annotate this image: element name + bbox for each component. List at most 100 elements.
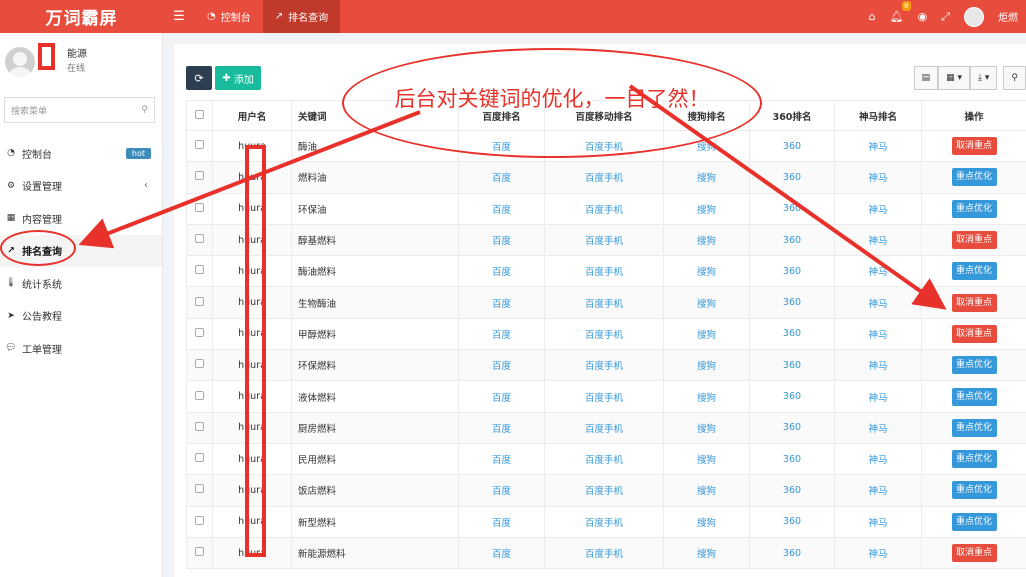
baidu-mobile-link[interactable]: 百度手机 [585,361,623,372]
row-checkbox[interactable] [186,349,213,382]
shenma-link[interactable]: 神马 [868,361,887,372]
baidu-link[interactable]: 百度 [492,173,511,184]
priority-optimize-button[interactable]: 重点优化 [951,418,997,437]
360-link[interactable]: 360 [783,548,801,559]
baidu-link[interactable]: 百度 [492,455,511,466]
baidu-mobile-link[interactable]: 百度手机 [585,205,623,216]
tab-dashboard[interactable]: ◔ 控制台 [195,0,263,33]
shenma-link[interactable]: 神马 [868,205,887,216]
baidu-mobile-link[interactable]: 百度手机 [585,455,623,466]
row-checkbox[interactable] [186,380,213,413]
sidebar-item-tickets[interactable]: 💬︎ 工单管理 [0,332,162,365]
shenma-link[interactable]: 神马 [868,486,887,497]
row-checkbox[interactable] [186,223,213,257]
shenma-link[interactable]: 神马 [868,455,887,466]
sogou-link[interactable]: 搜狗 [697,518,716,529]
baidu-mobile-link[interactable]: 百度手机 [585,518,623,529]
baidu-mobile-link[interactable]: 百度手机 [585,424,623,435]
shenma-link[interactable]: 神马 [868,330,887,341]
github-icon[interactable]: ◉ [918,10,928,23]
select-all-checkbox[interactable] [186,100,213,131]
shenma-link[interactable]: 神马 [868,518,887,529]
sogou-link[interactable]: 搜狗 [697,267,716,278]
360-link[interactable]: 360 [783,391,801,402]
row-checkbox[interactable] [186,474,213,507]
baidu-link[interactable]: 百度 [492,393,511,404]
sogou-link[interactable]: 搜狗 [697,393,716,404]
360-link[interactable]: 360 [783,297,801,308]
row-checkbox[interactable] [186,411,213,444]
360-link[interactable]: 360 [783,203,801,214]
baidu-link[interactable]: 百度 [492,549,511,560]
priority-optimize-button[interactable]: 重点优化 [951,450,997,469]
sidebar-item-dashboard[interactable]: ◔ 控制台 hot [0,137,162,170]
col-360[interactable]: 360排名 [749,100,835,131]
tab-ranking-query[interactable]: ↗ 排名查询 [262,0,341,33]
cancel-priority-button[interactable]: 取消重点 [951,544,997,562]
col-username[interactable]: 用户名 [212,100,292,131]
priority-optimize-button[interactable]: 重点优化 [951,168,997,187]
360-link[interactable]: 360 [783,266,801,277]
baidu-mobile-link[interactable]: 百度手机 [585,173,623,184]
baidu-mobile-link[interactable]: 百度手机 [585,236,623,247]
360-link[interactable]: 360 [783,141,801,152]
sogou-link[interactable]: 搜狗 [697,424,716,435]
shenma-link[interactable]: 神马 [868,142,887,153]
360-link[interactable]: 360 [783,516,801,527]
360-link[interactable]: 360 [783,422,801,433]
baidu-mobile-link[interactable]: 百度手机 [585,330,623,341]
priority-optimize-button[interactable]: 重点优化 [951,512,997,531]
priority-optimize-button[interactable]: 重点优化 [951,481,997,500]
row-checkbox[interactable] [186,317,213,351]
baidu-link[interactable]: 百度 [492,518,511,529]
sogou-link[interactable]: 搜狗 [697,173,716,184]
fullscreen-icon[interactable]: ⤢ [941,10,950,24]
360-link[interactable]: 360 [783,485,801,496]
priority-optimize-button[interactable]: 重点优化 [951,356,997,375]
priority-optimize-button[interactable]: 重点优化 [951,199,997,218]
baidu-mobile-link[interactable]: 百度手机 [585,549,623,560]
col-shenma[interactable]: 神马排名 [834,100,922,131]
sidebar-item-stats[interactable]: 🌡︎ 统计系统 [0,267,162,300]
shenma-link[interactable]: 神马 [868,424,887,435]
cancel-priority-button[interactable]: 取消重点 [951,293,997,312]
toggle-view-button[interactable]: ▤ [913,66,939,90]
sogou-link[interactable]: 搜狗 [697,205,716,216]
top-username[interactable]: 炬燃 [998,9,1018,24]
baidu-mobile-link[interactable]: 百度手机 [585,486,623,497]
row-checkbox[interactable] [186,286,213,319]
baidu-mobile-link[interactable]: 百度手机 [585,393,623,404]
cancel-priority-button[interactable]: 取消重点 [951,324,997,343]
search-button[interactable]: ⚲ [1003,66,1026,90]
baidu-link[interactable]: 百度 [492,267,511,278]
avatar[interactable] [964,6,984,27]
row-checkbox[interactable] [186,192,213,225]
refresh-button[interactable]: ⟳ [186,66,212,90]
menu-toggle-icon[interactable]: ☰ [163,9,195,24]
baidu-link[interactable]: 百度 [492,361,511,372]
export-button[interactable]: ⤓ ▾ [970,66,998,90]
priority-optimize-button[interactable]: 重点优化 [951,262,997,281]
sogou-link[interactable]: 搜狗 [697,455,716,466]
shenma-link[interactable]: 神马 [868,267,887,278]
360-link[interactable]: 360 [783,454,801,465]
baidu-link[interactable]: 百度 [492,424,511,435]
baidu-link[interactable]: 百度 [492,205,511,216]
row-checkbox[interactable] [186,536,213,570]
360-link[interactable]: 360 [783,235,801,246]
home-icon[interactable]: ⌂ [869,10,876,23]
row-checkbox[interactable] [186,161,213,194]
360-link[interactable]: 360 [783,328,801,339]
row-checkbox[interactable] [186,442,213,476]
sidebar-item-announcements[interactable]: ➤ 公告教程 [0,300,162,333]
columns-button[interactable]: ▦ ▾ [938,66,971,90]
baidu-mobile-link[interactable]: 百度手机 [585,267,623,278]
sogou-link[interactable]: 搜狗 [697,142,716,153]
brand-logo[interactable]: 万词霸屏 [0,0,163,33]
sidebar-item-settings[interactable]: ⚙ 设置管理 ‹ [0,170,162,203]
sogou-link[interactable]: 搜狗 [697,549,716,560]
baidu-mobile-link[interactable]: 百度手机 [585,299,623,310]
search-icon[interactable]: ⚲ [141,105,148,115]
bell-icon[interactable]: 🔔︎ 8 [890,1,911,23]
baidu-link[interactable]: 百度 [492,236,511,247]
